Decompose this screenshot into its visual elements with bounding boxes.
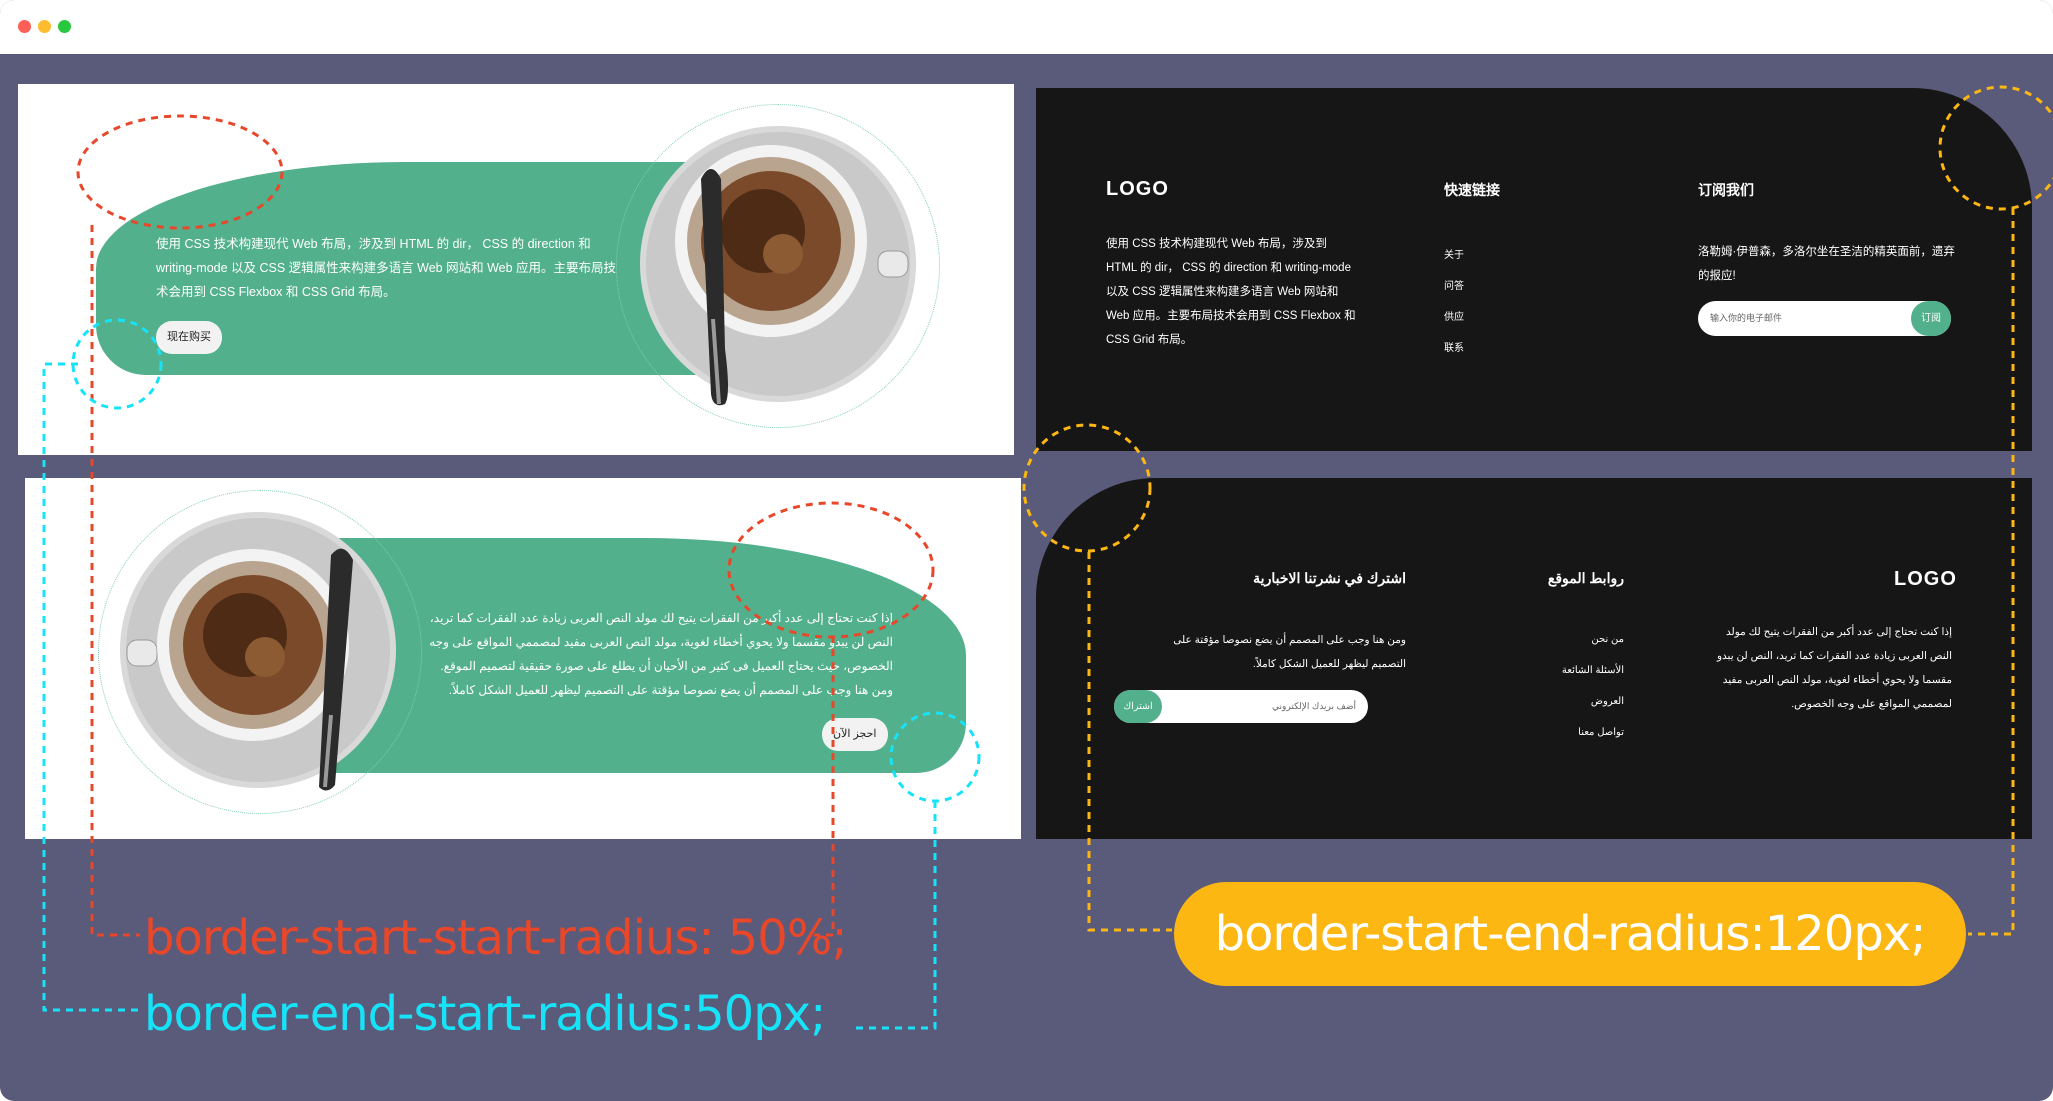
coffee-cup-image xyxy=(640,126,916,406)
email-input[interactable]: أضف بريدك الإلكتروني xyxy=(1272,690,1356,723)
hero-ltr-panel: 使用 CSS 技术构建现代 Web 布局，涉及到 HTML 的 dir， CSS… xyxy=(18,84,1014,455)
subscribe-text: ومن هنا وجب على المصمم أن يضع نصوصا مؤقت… xyxy=(1173,634,1406,670)
title-bar xyxy=(0,0,2053,54)
footer-logo[interactable]: LOGO xyxy=(1106,178,1169,201)
footer-ltr-panel: LOGO 使用 CSS 技术构建现代 Web 布局，涉及到 HTML 的 dir… xyxy=(1036,88,2032,451)
hero-rtl-panel: إذا كنت تحتاج إلى عدد أكبر من الفقرات يت… xyxy=(25,478,1021,839)
subscribe-text: 洛勒姆·伊普森，多洛尔坐在圣洁的精英面前，遗弃的报应! xyxy=(1698,246,1955,282)
email-input[interactable]: 输入你的电子邮件 xyxy=(1710,301,1782,336)
quick-links-heading: 快速链接 xyxy=(1444,182,1500,198)
zoom-window-icon[interactable] xyxy=(58,20,71,33)
subscribe-form: أضف بريدك الإلكتروني اشتراك xyxy=(1114,690,1368,723)
subscribe-heading: 订阅我们 xyxy=(1698,182,1754,198)
close-window-icon[interactable] xyxy=(18,20,31,33)
quick-links-heading: روابط الموقع xyxy=(1547,570,1624,586)
subscribe-button[interactable]: اشتراك xyxy=(1114,690,1162,723)
subscribe-heading: اشترك في نشرتنا الاخبارية xyxy=(1253,570,1406,586)
subscribe-form: 输入你的电子邮件 订阅 xyxy=(1698,301,1951,336)
footer-logo[interactable]: LOGO xyxy=(1894,568,1957,591)
footer-link-faq[interactable]: 问答 xyxy=(1444,277,1464,292)
footer-link-about[interactable]: 关于 xyxy=(1444,246,1464,261)
start-end-radius-label: border-start-end-radius:120px; xyxy=(1214,906,1927,962)
footer-link-offers[interactable]: العروض xyxy=(1524,696,1624,707)
hero-description: إذا كنت تحتاج إلى عدد أكبر من الفقرات يت… xyxy=(429,611,893,697)
coffee-cup-image xyxy=(120,512,396,791)
footer-link-faq[interactable]: الأسئلة الشائعة xyxy=(1524,665,1624,676)
buy-now-button[interactable]: 现在购买 xyxy=(156,321,222,354)
footer-intro-text: إذا كنت تحتاج إلى عدد أكبر من الفقرات يت… xyxy=(1716,626,1952,710)
footer-rtl-panel: LOGO إذا كنت تحتاج إلى عدد أكبر من الفقر… xyxy=(1036,478,2032,839)
subscribe-button[interactable]: 订阅 xyxy=(1911,301,1951,336)
end-start-radius-label: border-end-start-radius:50px; xyxy=(144,986,826,1042)
browser-window: 使用 CSS 技术构建现代 Web 布局，涉及到 HTML 的 dir， CSS… xyxy=(0,0,2053,1101)
start-start-radius-label: border-start-start-radius: 50%; xyxy=(144,910,848,966)
footer-link-contact[interactable]: 联系 xyxy=(1444,339,1464,354)
footer-link-about[interactable]: من نحن xyxy=(1524,634,1624,645)
minimize-window-icon[interactable] xyxy=(38,20,51,33)
book-now-button[interactable]: احجز الآن xyxy=(822,718,888,751)
footer-intro-text: 使用 CSS 技术构建现代 Web 布局，涉及到 HTML 的 dir， CSS… xyxy=(1106,238,1356,346)
footer-link-supply[interactable]: 供应 xyxy=(1444,308,1464,323)
hero-description: 使用 CSS 技术构建现代 Web 布局，涉及到 HTML 的 dir， CSS… xyxy=(156,237,617,299)
footer-link-contact[interactable]: تواصل معنا xyxy=(1524,727,1624,738)
start-end-radius-pill: border-start-end-radius:120px; xyxy=(1174,882,1966,986)
